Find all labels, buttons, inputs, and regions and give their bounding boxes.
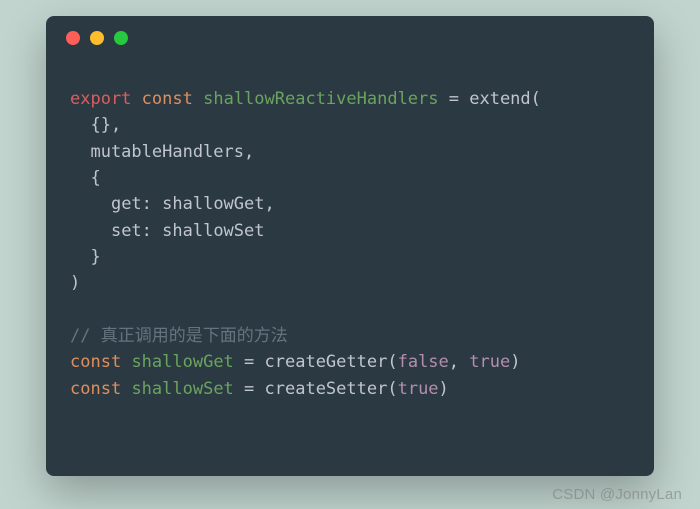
indent xyxy=(70,221,111,241)
bool-false: false xyxy=(398,352,449,372)
bool-true: true xyxy=(469,352,510,372)
minimize-icon[interactable] xyxy=(90,31,104,45)
punct: : shallowGet, xyxy=(142,194,275,214)
attr-set: set xyxy=(111,221,142,241)
keyword-const: const xyxy=(142,89,193,109)
punct: = xyxy=(234,352,265,372)
punct: ) xyxy=(439,379,449,399)
keyword-export: export xyxy=(70,89,131,109)
fn-call: createSetter xyxy=(265,379,388,399)
code-block: export const shallowReactiveHandlers = e… xyxy=(46,60,654,402)
identifier: shallowGet xyxy=(131,352,233,372)
close-icon[interactable] xyxy=(66,31,80,45)
punct: : shallowSet xyxy=(142,221,265,241)
watermark-text: CSDN @JonnyLan xyxy=(552,486,682,503)
window-titlebar xyxy=(46,16,654,60)
bool-true: true xyxy=(398,379,439,399)
code-line: } xyxy=(70,247,101,267)
punct: ( xyxy=(387,352,397,372)
punct: ( xyxy=(531,89,541,109)
identifier: shallowSet xyxy=(131,379,233,399)
code-editor-window: export const shallowReactiveHandlers = e… xyxy=(46,16,654,476)
attr-get: get xyxy=(111,194,142,214)
keyword-const: const xyxy=(70,352,121,372)
identifier: shallowReactiveHandlers xyxy=(203,89,438,109)
indent xyxy=(70,194,111,214)
code-line: { xyxy=(70,168,101,188)
keyword-const: const xyxy=(70,379,121,399)
maximize-icon[interactable] xyxy=(114,31,128,45)
punct: ) xyxy=(510,352,520,372)
code-line: {}, xyxy=(70,115,121,135)
fn-call: createGetter xyxy=(265,352,388,372)
punct: , xyxy=(449,352,469,372)
punct: = xyxy=(439,89,470,109)
punct: ( xyxy=(387,379,397,399)
code-line: mutableHandlers, xyxy=(70,142,254,162)
comment-line: // 真正调用的是下面的方法 xyxy=(70,326,288,346)
fn-call: extend xyxy=(469,89,530,109)
code-line: ) xyxy=(70,273,80,293)
punct: = xyxy=(234,379,265,399)
